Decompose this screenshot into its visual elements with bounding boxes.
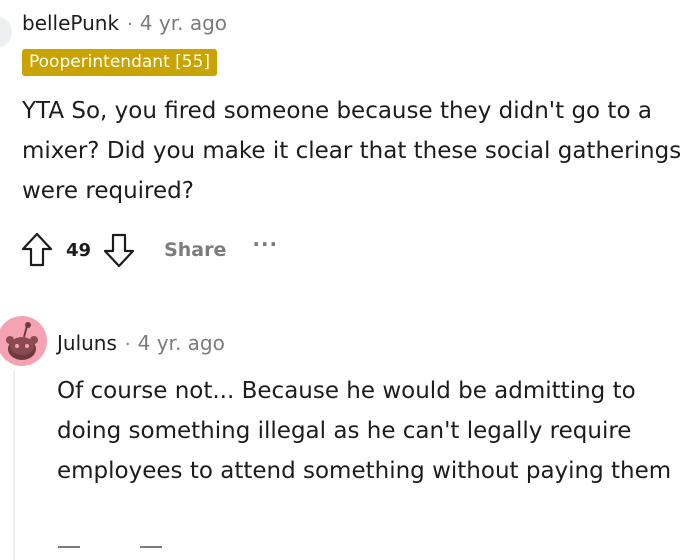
downvote-arrow-icon[interactable]	[102, 230, 136, 270]
snoo-avatar-icon	[0, 316, 47, 366]
share-button[interactable]: Share	[164, 239, 226, 261]
upvote-arrow-icon[interactable]	[20, 230, 54, 270]
comment-body: YTA So, you fired someone because they d…	[22, 98, 682, 204]
timestamp[interactable]: 4 yr. ago	[140, 11, 227, 35]
upvote-arrow-icon[interactable]	[58, 546, 80, 552]
separator-dot: ·	[124, 334, 131, 355]
comment-body: Of course not... Because he would be adm…	[57, 378, 672, 484]
comment-header: bellePunk · 4 yr. ago	[22, 11, 227, 35]
timestamp[interactable]: 4 yr. ago	[138, 331, 225, 355]
separator-dot: ·	[127, 14, 133, 35]
thread-line[interactable]	[13, 370, 15, 560]
comment-header: Juluns · 4 yr. ago	[57, 331, 225, 355]
comment-action-bar: 49 Share ···	[20, 228, 278, 272]
username[interactable]: bellePunk	[22, 11, 119, 35]
more-options-button[interactable]: ···	[252, 232, 278, 256]
user-flair: Pooperintendant [55]	[22, 49, 218, 76]
vote-count: 49	[66, 239, 92, 261]
username[interactable]: Juluns	[57, 331, 117, 355]
downvote-arrow-icon[interactable]	[140, 546, 162, 552]
avatar[interactable]	[0, 316, 47, 366]
comment-action-bar	[58, 546, 162, 552]
avatar[interactable]	[0, 16, 12, 48]
